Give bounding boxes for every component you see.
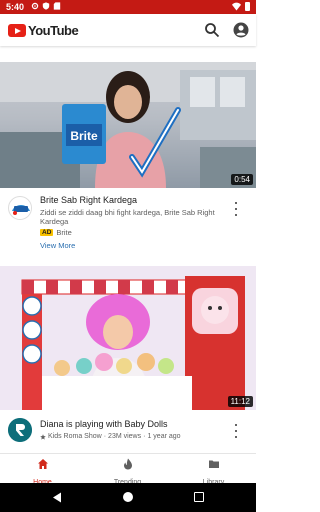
brite-logo-icon (10, 198, 31, 219)
more-options-icon[interactable] (232, 202, 240, 216)
sd-card-icon (53, 2, 61, 10)
nav-trending[interactable]: Trending (85, 454, 170, 486)
video-thumbnail[interactable]: 11:12 (0, 266, 256, 410)
more-options-icon[interactable] (232, 424, 240, 438)
play-logo-icon (8, 24, 26, 37)
back-icon[interactable] (52, 492, 62, 503)
thumbnail-image (0, 266, 256, 410)
recent-apps-icon[interactable] (194, 492, 204, 502)
advertiser-name: Brite (56, 228, 72, 237)
account-icon[interactable] (233, 22, 249, 38)
system-navigation-bar (0, 483, 256, 512)
status-time: 5:40 (6, 2, 25, 12)
channel-logo-icon (8, 418, 32, 442)
view-more-link[interactable]: View More (40, 241, 75, 250)
bottom-navigation: Home Trending Library (0, 453, 256, 486)
settings-icon (31, 2, 39, 10)
flame-icon (123, 458, 132, 470)
meta-separator: · (143, 433, 146, 440)
video-info-row[interactable]: Brite Sab Right Kardega Ziddi se ziddi d… (0, 190, 256, 252)
channel-name: Kids Roma Show (48, 433, 102, 440)
shield-icon (42, 2, 50, 10)
upload-age: 1 year ago (147, 433, 181, 440)
view-count: 23M views (108, 433, 142, 440)
thumbnail-image: Brite (0, 62, 256, 188)
search-icon[interactable] (204, 22, 220, 38)
thumbnail-brand-text: Brite (70, 129, 98, 143)
video-thumbnail[interactable]: Brite 0:54 (0, 62, 256, 188)
video-title[interactable]: Diana is playing with Baby Dolls (40, 419, 168, 429)
battery-icon (245, 2, 250, 11)
video-duration: 0:54 (231, 174, 253, 185)
app-bar: YouTube (0, 14, 256, 46)
channel-avatar[interactable] (8, 196, 32, 220)
nav-home[interactable]: Home (0, 454, 85, 486)
status-bar: 5:40 (0, 0, 256, 14)
wifi-icon (232, 2, 241, 11)
youtube-logo[interactable]: YouTube (8, 23, 79, 38)
nav-library[interactable]: Library (171, 454, 256, 486)
video-description: Ziddi se ziddi daag bhi fight kardega, B… (40, 208, 215, 226)
folder-icon (208, 460, 219, 468)
video-duration: 11:12 (227, 396, 253, 407)
meta-separator: · (103, 433, 107, 440)
home-icon (37, 459, 48, 469)
brand-name: YouTube (28, 23, 79, 38)
star-icon (40, 433, 46, 440)
ad-badge: AD (40, 229, 54, 236)
home-button-icon[interactable] (123, 492, 133, 502)
video-title[interactable]: Brite Sab Right Kardega (40, 195, 137, 205)
channel-avatar[interactable] (8, 418, 32, 442)
video-info-row[interactable]: Diana is playing with Baby Dolls Kids Ro… (0, 412, 256, 452)
